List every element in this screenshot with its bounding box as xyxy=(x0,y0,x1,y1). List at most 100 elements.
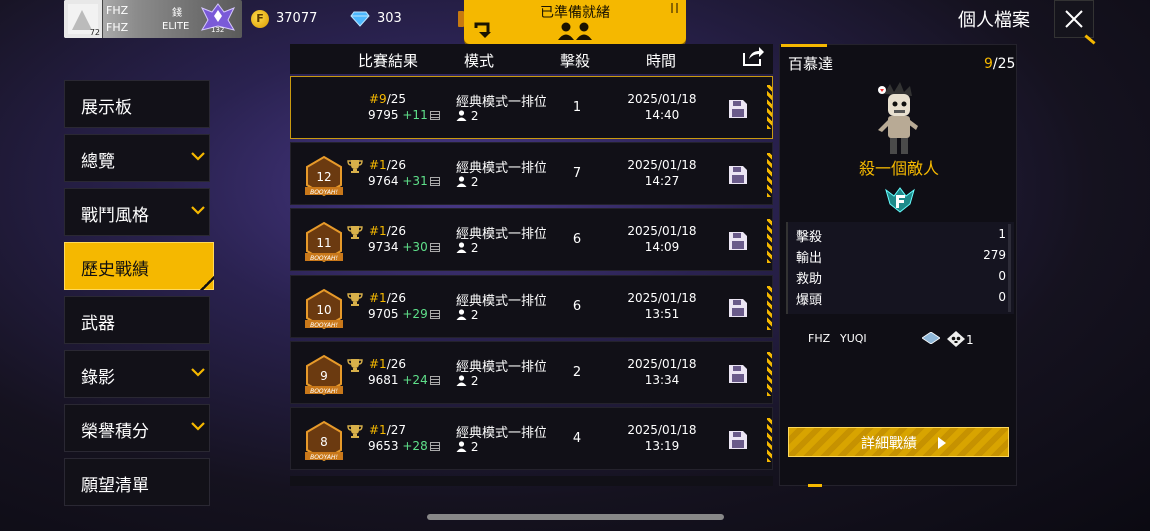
detail-rank: 9/25 xyxy=(984,56,1015,72)
placement: #1/27 xyxy=(369,423,406,437)
sidebar-item-match-history[interactable]: 歷史戰績 xyxy=(64,242,214,290)
game-mode: 經典模式一排位 xyxy=(456,227,546,242)
guild-emblem-icon xyxy=(885,187,915,213)
match-time: 14:27 xyxy=(644,174,680,188)
score-list-icon xyxy=(429,310,440,319)
save-replay-icon[interactable] xyxy=(728,364,748,384)
game-mode: 經典模式一排位 xyxy=(456,360,546,375)
row-edge-stripe xyxy=(767,352,772,396)
avatar[interactable]: 72 xyxy=(64,0,103,38)
rank-score-value: 9681 xyxy=(368,373,399,387)
trophy-icon xyxy=(347,425,363,438)
sidebar-item-honor-points[interactable]: 榮譽積分 xyxy=(64,404,210,452)
game-mode: 經典模式一排位 xyxy=(456,294,546,309)
stats-box[interactable]: 擊殺 1 輸出 279 救助 0 爆頭 0 xyxy=(786,222,1014,314)
detail-rank-total: /25 xyxy=(992,56,1016,72)
stat-value: 0 xyxy=(998,290,1006,304)
ready-status-label: 已準備就緒 xyxy=(540,5,610,21)
score-list-icon xyxy=(429,243,440,252)
match-details-button-label: 詳細戰績 xyxy=(861,436,917,452)
column-header-kills: 擊殺 xyxy=(560,52,591,70)
home-indicator[interactable] xyxy=(427,514,724,520)
ready-status-banner[interactable]: 已準備就緒 xyxy=(464,0,686,44)
match-row[interactable]: 11 BOOYAH! #1/26 9734 +30 經典模式一排位 2 6 2025/01/… xyxy=(290,208,773,271)
return-arrow-icon[interactable] xyxy=(472,18,494,40)
teammate-name[interactable]: YUQI xyxy=(840,332,867,345)
map-name: 百慕達 xyxy=(788,55,834,73)
row-edge-stripe xyxy=(767,85,772,129)
save-replay-icon[interactable] xyxy=(728,430,748,450)
placement-position: #1 xyxy=(369,291,387,305)
match-row[interactable]: #9/25 9795 +11 經典模式一排位 2 1 2025/01/18 14:40 xyxy=(290,76,773,139)
placement-total: /26 xyxy=(386,158,407,172)
sidebar-item-recordings[interactable]: 錄影 xyxy=(64,350,210,398)
match-row[interactable]: 12 BOOYAH! #1/26 9764 +31 經典模式一排位 2 7 2025/01/… xyxy=(290,142,773,205)
stats-scrollbar[interactable] xyxy=(1008,224,1011,312)
placement: #1/26 xyxy=(369,291,406,305)
rank-score-value: 9764 xyxy=(368,174,399,188)
player-name: FHZ xyxy=(106,4,129,17)
sidebar-item-weapons[interactable]: 武器 xyxy=(64,296,210,344)
row-edge-stripe xyxy=(767,219,772,263)
handle-icon xyxy=(671,3,678,13)
row-edge-stripe xyxy=(767,418,772,462)
chevron-down-icon xyxy=(191,422,205,431)
rank-score-change: +11 xyxy=(402,108,428,122)
game-mode: 經典模式一排位 xyxy=(456,95,546,110)
rank-score: 9653 +28 xyxy=(368,439,440,453)
score-list-icon xyxy=(429,177,440,186)
row-edge-stripe xyxy=(767,286,772,330)
trophy-icon xyxy=(347,160,363,173)
match-time: 13:51 xyxy=(644,307,680,321)
badge-number: 8 xyxy=(320,435,328,449)
match-row[interactable]: 8 BOOYAH! #1/27 9653 +28 經典模式一排位 2 4 2025/01/1… xyxy=(290,407,773,470)
top-bar: 72 FHZ FHZ 錢 ELITE 132 F 37077 303 已準備就緒 xyxy=(0,0,1150,45)
skull-icon xyxy=(947,331,965,347)
rank-badge-icon[interactable]: 132 xyxy=(198,2,238,36)
save-replay-icon[interactable] xyxy=(728,165,748,185)
share-icon[interactable] xyxy=(741,44,765,68)
placement-total: /26 xyxy=(386,291,407,305)
diamond-rank-icon xyxy=(922,332,940,344)
svg-text:BOOYAH!: BOOYAH! xyxy=(310,388,338,395)
sidebar-item-combat-style[interactable]: 戰鬥風格 xyxy=(64,188,210,236)
squad-size: 2 xyxy=(456,241,478,255)
match-details-button[interactable]: 詳細戰績 xyxy=(788,427,1009,457)
close-button[interactable] xyxy=(1054,0,1094,38)
badge-number: 12 xyxy=(316,170,331,184)
match-row[interactable]: 9 BOOYAH! #1/26 9681 +24 經典模式一排位 2 2 2025/01/1… xyxy=(290,341,773,404)
squad-size: 2 xyxy=(456,308,478,322)
person-icon xyxy=(456,441,467,452)
save-replay-icon[interactable] xyxy=(728,298,748,318)
score-list-icon xyxy=(429,111,440,120)
save-replay-icon[interactable] xyxy=(728,231,748,251)
save-replay-icon[interactable] xyxy=(728,99,748,119)
booyah-badge-icon: 8 BOOYAH! xyxy=(305,420,343,462)
sidebar-item-label: 歷史戰績 xyxy=(81,260,149,280)
stat-value: 0 xyxy=(998,269,1006,283)
squad-size-value: 2 xyxy=(470,175,479,189)
rank-level: 132 xyxy=(211,26,225,34)
rank-score: 9764 +31 xyxy=(368,174,440,188)
match-row[interactable]: 10 BOOYAH! #1/26 9705 +29 經典模式一排位 2 6 2025/01/… xyxy=(290,275,773,338)
rank-score: 9705 +29 xyxy=(368,307,440,321)
score-list-icon xyxy=(429,376,440,385)
svg-text:BOOYAH!: BOOYAH! xyxy=(310,322,338,329)
sidebar-item-showcase[interactable]: 展示板 xyxy=(64,80,210,128)
rank-score-change: +31 xyxy=(402,174,428,188)
stat-label: 擊殺 xyxy=(796,230,823,245)
placement: #9/25 xyxy=(369,92,406,106)
player-title: 錢 xyxy=(172,8,182,19)
person-icon xyxy=(456,242,467,253)
sidebar-item-wishlist[interactable]: 願望清單 xyxy=(64,458,210,506)
person-icon xyxy=(456,176,467,187)
stat-value: 1 xyxy=(998,227,1006,241)
sidebar-item-overview[interactable]: 總覽 xyxy=(64,134,210,182)
squad-size-value: 2 xyxy=(470,308,479,322)
rank-score-value: 9705 xyxy=(368,307,399,321)
rank-score-change: +29 xyxy=(402,307,428,321)
teammate-name[interactable]: FHZ xyxy=(808,332,830,345)
detail-rank-position: 9 xyxy=(984,56,993,72)
squad-size-value: 2 xyxy=(470,440,479,454)
game-mode: 經典模式一排位 xyxy=(456,161,546,176)
